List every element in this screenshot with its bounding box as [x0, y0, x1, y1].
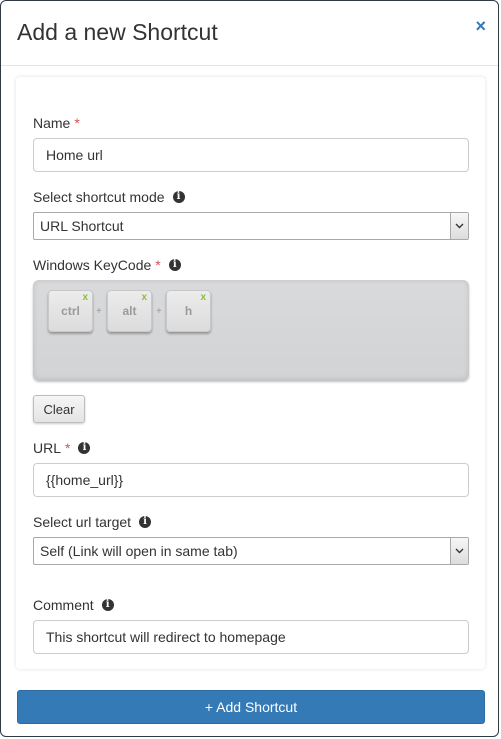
keycode-label: Windows KeyCode * i — [33, 257, 181, 273]
required-marker: * — [65, 440, 71, 456]
remove-key-icon[interactable]: x — [141, 292, 147, 303]
key-alt: alt x — [107, 290, 152, 332]
name-label-text: Name — [33, 115, 71, 131]
add-shortcut-modal: Add a new Shortcut × Name * Home url Sel… — [0, 0, 499, 737]
key-label: ctrl — [61, 304, 80, 318]
key-separator: + — [156, 306, 162, 317]
info-icon: i — [168, 259, 181, 271]
target-label-text: Select url target — [33, 514, 132, 530]
url-label-text: URL — [33, 440, 62, 456]
url-target-value: Self (Link will open in same tab) — [40, 543, 238, 559]
modal-title: Add a new Shortcut — [17, 19, 218, 45]
remove-key-icon[interactable]: x — [200, 292, 206, 303]
shortcut-mode-value: URL Shortcut — [40, 218, 124, 234]
comment-label: Comment i — [33, 597, 114, 613]
comment-input[interactable]: This shortcut will redirect to homepage — [33, 620, 469, 654]
name-label: Name * — [33, 115, 80, 131]
url-target-select[interactable]: Self (Link will open in same tab) — [33, 537, 469, 565]
target-label: Select url target i — [33, 514, 152, 530]
required-marker: * — [155, 257, 161, 273]
modal-header: Add a new Shortcut × — [1, 1, 498, 66]
key-h: h x — [166, 290, 211, 332]
info-icon: i — [78, 442, 91, 454]
clear-button[interactable]: Clear — [33, 395, 85, 423]
remove-key-icon[interactable]: x — [82, 292, 88, 303]
add-shortcut-button[interactable]: + Add Shortcut — [17, 690, 485, 724]
chevron-down-icon[interactable] — [450, 538, 468, 564]
chevron-down-icon[interactable] — [450, 213, 468, 239]
comment-label-text: Comment — [33, 597, 94, 613]
info-icon: i — [101, 599, 114, 611]
info-icon: i — [172, 191, 185, 203]
mode-label: Select shortcut mode i — [33, 189, 185, 205]
mode-label-text: Select shortcut mode — [33, 189, 165, 205]
keycode-capture-area[interactable]: ctrl x + alt x + h x — [33, 280, 469, 380]
keycode-label-text: Windows KeyCode — [33, 257, 152, 273]
info-icon: i — [139, 516, 152, 528]
name-input[interactable]: Home url — [33, 138, 469, 172]
required-marker: * — [74, 115, 80, 131]
close-icon[interactable]: × — [475, 16, 486, 36]
key-label: h — [184, 304, 193, 318]
key-ctrl: ctrl x — [48, 290, 93, 332]
url-input[interactable]: {{home_url}} — [33, 463, 469, 497]
key-label: alt — [122, 304, 137, 318]
url-label: URL * i — [33, 440, 91, 456]
shortcut-mode-select[interactable]: URL Shortcut — [33, 212, 469, 240]
key-separator: + — [96, 306, 102, 317]
